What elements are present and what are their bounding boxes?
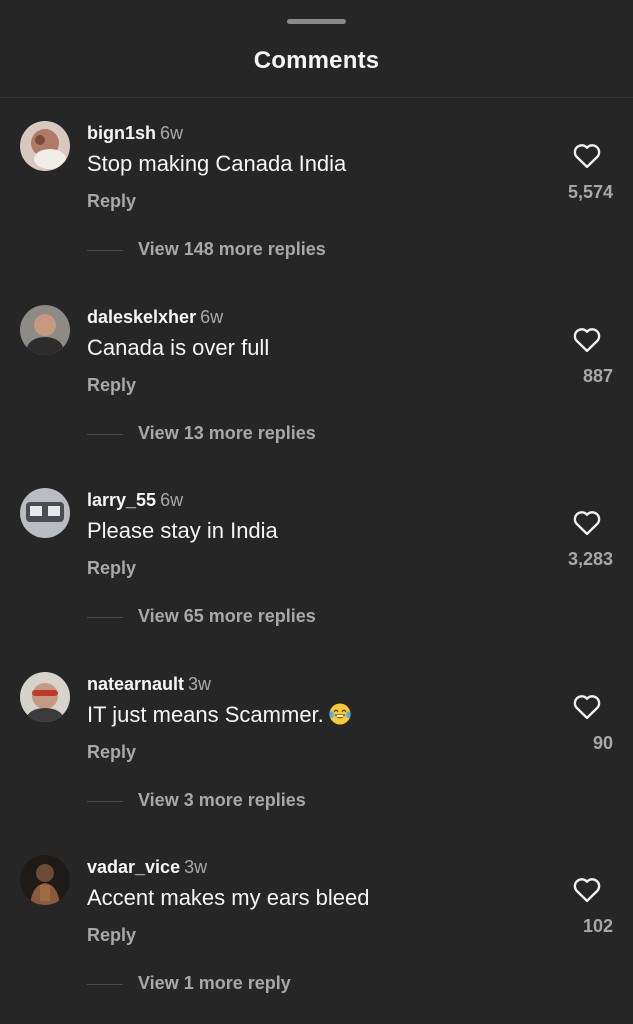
like-button[interactable] xyxy=(572,875,602,903)
header-divider xyxy=(0,97,633,98)
avatar[interactable] xyxy=(20,855,70,905)
thread-line xyxy=(87,801,123,802)
comment-meta: larry_55 6w xyxy=(87,490,183,511)
reply-button[interactable]: Reply xyxy=(87,375,136,396)
face-with-tears-of-joy-icon xyxy=(329,703,351,725)
view-replies-link[interactable]: View 13 more replies xyxy=(138,423,316,444)
view-replies-link[interactable]: View 65 more replies xyxy=(138,606,316,627)
reply-button[interactable]: Reply xyxy=(87,742,136,763)
avatar-image xyxy=(20,121,70,171)
comment-item: natearnault 3w IT just means Scammer. Rep… xyxy=(0,672,633,855)
reply-button[interactable]: Reply xyxy=(87,925,136,946)
comment-text: Please stay in India xyxy=(87,518,278,544)
username[interactable]: larry_55 xyxy=(87,490,156,510)
comment-time: 6w xyxy=(200,307,224,327)
reply-button[interactable]: Reply xyxy=(87,191,136,212)
comment-time: 6w xyxy=(160,490,184,510)
heart-outline-icon xyxy=(573,144,601,169)
like-button[interactable] xyxy=(572,692,602,720)
like-count: 3,283 xyxy=(567,549,613,569)
like-button[interactable] xyxy=(572,141,602,169)
comment-text: Stop making Canada India xyxy=(87,151,346,177)
avatar[interactable] xyxy=(20,488,70,538)
view-replies-link[interactable]: View 3 more replies xyxy=(138,790,306,811)
thread-line xyxy=(87,617,123,618)
comments-sheet: Comments bign1sh 6w Stop making Canada In… xyxy=(0,0,633,1024)
comment-text: Accent makes my ears bleed xyxy=(87,885,369,911)
username[interactable]: daleskelxher xyxy=(87,307,196,327)
avatar-image xyxy=(20,488,70,538)
avatar-image xyxy=(20,855,70,905)
comment-time: 3w xyxy=(188,674,212,694)
comment-item: vadar_vice 3w Accent makes my ears bleed … xyxy=(0,855,633,1024)
comment-meta: bign1sh 6w xyxy=(87,123,183,144)
comment-item: bign1sh 6w Stop making Canada India Reply… xyxy=(0,121,633,304)
sheet-title: Comments xyxy=(253,47,380,74)
like-count: 887 xyxy=(582,366,613,386)
comment-meta: natearnault 3w xyxy=(87,674,211,695)
comment-item: larry_55 6w Please stay in India Reply 3,… xyxy=(0,488,633,671)
comment-body: Accent makes my ears bleed xyxy=(87,885,370,910)
thread-line xyxy=(87,984,123,985)
comment-time: 6w xyxy=(160,123,184,143)
comment-body: Canada is over full xyxy=(87,335,270,360)
username[interactable]: vadar_vice xyxy=(87,857,180,877)
comment-meta: daleskelxher 6w xyxy=(87,307,223,328)
heart-outline-icon xyxy=(573,878,601,903)
comment-item: daleskelxher 6w Canada is over full Reply… xyxy=(0,305,633,488)
avatar-image xyxy=(20,305,70,355)
comment-body: Stop making Canada India xyxy=(87,151,347,176)
thread-line xyxy=(87,250,123,251)
avatar-image xyxy=(20,672,70,722)
like-count: 5,574 xyxy=(567,182,613,202)
username[interactable]: natearnault xyxy=(87,674,184,694)
heart-outline-icon xyxy=(573,511,601,536)
comment-text: Canada is over full xyxy=(87,335,269,361)
like-button[interactable] xyxy=(572,508,602,536)
reply-button[interactable]: Reply xyxy=(87,558,136,579)
view-replies-link[interactable]: View 1 more reply xyxy=(138,973,291,994)
comment-body: Please stay in India xyxy=(87,518,278,543)
heart-outline-icon xyxy=(573,695,601,720)
drag-handle[interactable] xyxy=(287,19,346,24)
thread-line xyxy=(87,434,123,435)
comment-meta: vadar_vice 3w xyxy=(87,857,207,878)
comment-body: IT just means Scammer. xyxy=(87,702,324,727)
avatar[interactable] xyxy=(20,305,70,355)
like-count: 102 xyxy=(582,916,613,936)
username[interactable]: bign1sh xyxy=(87,123,156,143)
comment-time: 3w xyxy=(184,857,208,877)
comment-text: IT just means Scammer. xyxy=(87,702,352,728)
avatar[interactable] xyxy=(20,121,70,171)
like-button[interactable] xyxy=(572,325,602,353)
view-replies-link[interactable]: View 148 more replies xyxy=(138,239,326,260)
avatar[interactable] xyxy=(20,672,70,722)
heart-outline-icon xyxy=(573,328,601,353)
like-count: 90 xyxy=(592,733,613,753)
